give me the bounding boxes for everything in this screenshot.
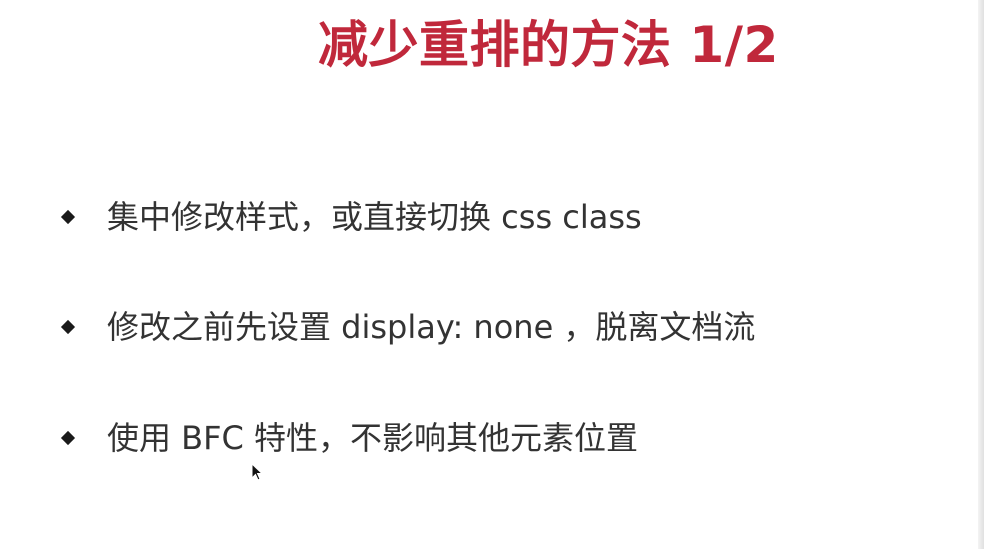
bullet-item: 修改之前先设置 display: none ，脱离文档流	[60, 302, 755, 352]
mouse-pointer-icon	[251, 463, 263, 481]
diamond-bullet-icon	[60, 430, 76, 446]
bullet-text: 修改之前先设置 display: none ，脱离文档流	[107, 308, 756, 346]
bullet-item: 集中修改样式，或直接切换 css class	[60, 192, 642, 242]
bullet-text: 使用 BFC 特性，不影响其他元素位置	[107, 419, 639, 457]
bullet-text: 集中修改样式，或直接切换 css class	[107, 198, 642, 236]
slide-edge	[978, 0, 984, 549]
slide-title: 减少重排的方法 1/2	[318, 16, 779, 74]
diamond-bullet-icon	[60, 209, 76, 225]
diamond-bullet-icon	[60, 319, 76, 335]
bullet-item: 使用 BFC 特性，不影响其他元素位置	[60, 413, 638, 463]
slide-canvas: 减少重排的方法 1/2 集中修改样式，或直接切换 css class 修改之前先…	[0, 0, 984, 549]
